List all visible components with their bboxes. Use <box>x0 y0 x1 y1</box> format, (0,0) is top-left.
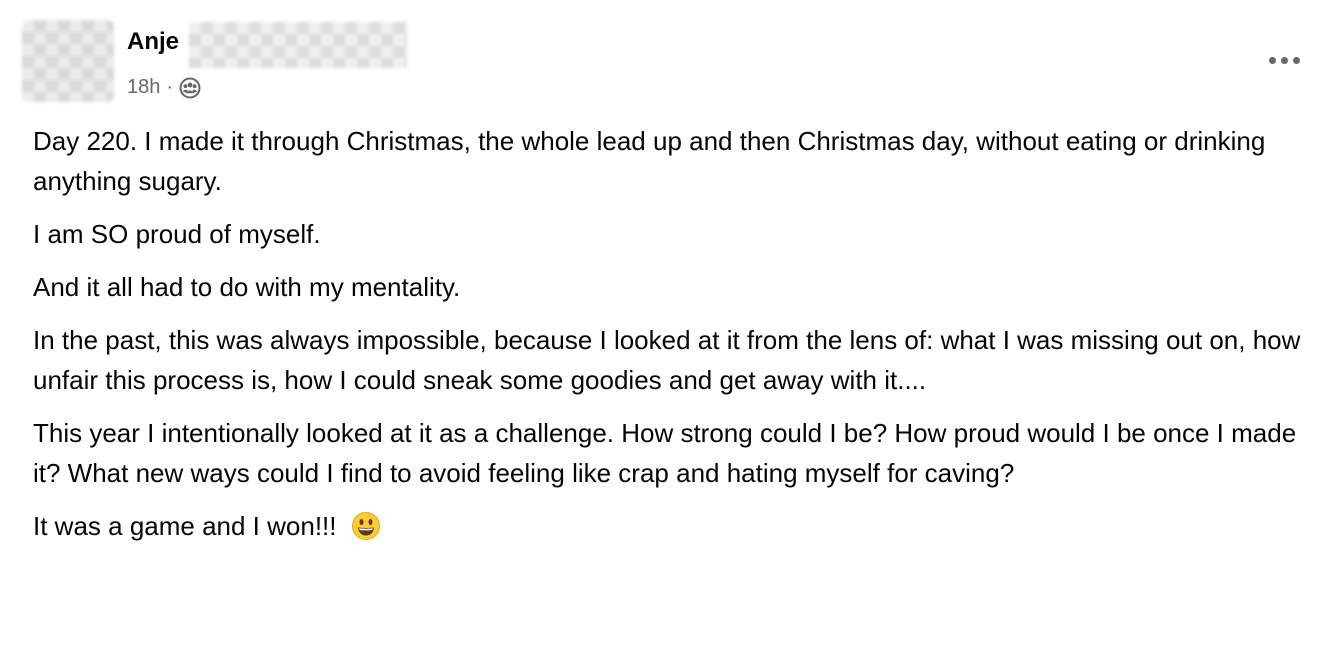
post-paragraph: And it all had to do with my mentality. <box>33 272 461 302</box>
post-timestamp[interactable]: 18h <box>127 76 160 99</box>
ellipsis-icon <box>1268 56 1276 64</box>
author-avatar[interactable] <box>22 20 114 102</box>
ellipsis-icon <box>1292 56 1300 64</box>
post-paragraph: I am SO proud of myself. <box>33 219 321 249</box>
post-paragraph: In the past, this was always impossible,… <box>33 325 1301 395</box>
post-body: Day 220. I made it through Christmas, th… <box>33 121 1313 559</box>
grinning-face-emoji-icon <box>351 511 381 541</box>
post-paragraph-last: It was a game and I won!!! <box>33 506 1313 546</box>
post-paragraph: Day 220. I made it through Christmas, th… <box>33 126 1266 196</box>
group-audience-icon[interactable] <box>179 77 201 99</box>
ellipsis-icon <box>1280 56 1288 64</box>
post-paragraph: This year I intentionally looked at it a… <box>33 418 1297 488</box>
more-options-button[interactable] <box>1262 48 1306 72</box>
post-paragraph-text: It was a game and I won!!! <box>33 511 337 541</box>
post-meta: 18h · <box>127 76 201 99</box>
author-name[interactable]: Anje <box>127 28 179 56</box>
meta-separator: · <box>166 76 174 98</box>
redacted-name-block <box>189 22 407 68</box>
post-card: Anje 18h · Day 220. I made it through Ch… <box>0 0 1336 652</box>
